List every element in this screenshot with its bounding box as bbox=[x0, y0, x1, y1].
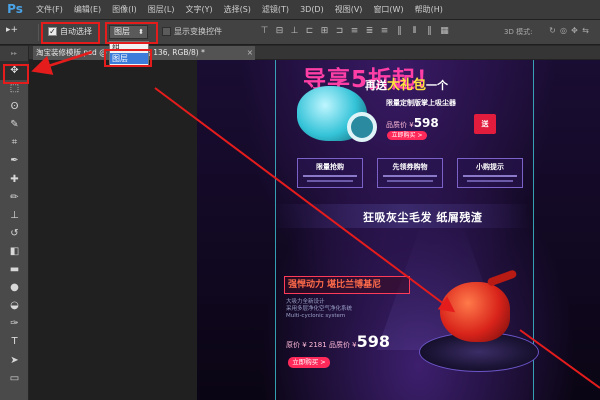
menu-window[interactable]: 窗口(W) bbox=[373, 4, 403, 15]
product1-price: 品质价 ¥598 bbox=[386, 116, 439, 130]
distribute-bottom-icon[interactable]: ≡ bbox=[379, 26, 390, 37]
desc-line: 采用多层净化空气净化系统 bbox=[286, 306, 353, 312]
gift-box-icon: 送 bbox=[474, 114, 496, 134]
desc-line: 大吸力全新设计 bbox=[286, 299, 325, 305]
eraser-tool-icon[interactable]: ◧ bbox=[0, 243, 29, 261]
align-bottom-icon[interactable]: ⊥ bbox=[289, 26, 300, 37]
dodge-tool-icon[interactable]: ◒ bbox=[0, 297, 29, 315]
feature-text-line bbox=[303, 175, 357, 177]
quick-select-tool-icon[interactable]: ✎ bbox=[0, 116, 29, 134]
feature-title: 小购提示 bbox=[476, 163, 504, 171]
3d-roll-icon[interactable]: ◎ bbox=[559, 26, 568, 37]
subline-emphasis: 大礼包 bbox=[387, 78, 427, 93]
distribute-hcenter-icon[interactable]: ⦀ bbox=[409, 26, 420, 37]
desc-line: Multi-cyclonic system bbox=[286, 313, 346, 319]
photoshop-logo-icon: Ps bbox=[7, 2, 23, 16]
align-left-icon[interactable]: ⊏ bbox=[304, 26, 315, 37]
artwork-subline: 再送大礼包一个 bbox=[365, 74, 448, 93]
feature-text-line bbox=[387, 180, 433, 182]
feature-text-line bbox=[307, 180, 353, 182]
product2-price: 原价 ¥ 2181 品质价 ¥598 bbox=[286, 332, 390, 351]
document-canvas[interactable]: 导享5折起！ 再送大礼包一个 限量定制版掌上吸尘器 品质价 ¥598 立即购买 … bbox=[197, 60, 600, 400]
tools-panel-grip[interactable]: ▸▸ bbox=[0, 46, 28, 62]
eyedropper-tool-icon[interactable]: ✒ bbox=[0, 152, 29, 170]
feature-text-line bbox=[383, 175, 437, 177]
feature-title: 先领券购物 bbox=[392, 163, 428, 171]
subline-suffix: 一个 bbox=[426, 79, 449, 92]
3d-slide-icon[interactable]: ⇆ bbox=[581, 26, 590, 37]
3d-rotate-icon[interactable]: ↻ bbox=[548, 26, 557, 37]
feature-card: 限量抢购 bbox=[297, 158, 363, 188]
menu-type[interactable]: 文字(Y) bbox=[185, 4, 212, 15]
canvas-workspace[interactable]: 导享5折起！ 再送大礼包一个 限量定制版掌上吸尘器 品质价 ¥598 立即购买 … bbox=[29, 60, 600, 400]
show-transform-control[interactable]: 显示变换控件 bbox=[162, 26, 222, 37]
menu-3d[interactable]: 3D(D) bbox=[300, 5, 324, 14]
menu-filter[interactable]: 滤镜(T) bbox=[262, 4, 289, 15]
type-tool-icon[interactable]: T bbox=[0, 333, 29, 351]
product1-buy-button: 立即购买 > bbox=[387, 131, 427, 140]
tools-panel: ▸▸ ✥ ⬚ ʘ ✎ ⌗ ✒ ✚ ✏ ⊥ ↺ ◧ ▬ ● ◒ ✑ T ➤ ▭ bbox=[0, 46, 29, 400]
show-transform-label: 显示变换控件 bbox=[174, 27, 222, 36]
shape-tool-icon[interactable]: ▭ bbox=[0, 370, 29, 388]
path-select-tool-icon[interactable]: ➤ bbox=[0, 352, 29, 370]
history-brush-tool-icon[interactable]: ↺ bbox=[0, 225, 29, 243]
gradient-tool-icon[interactable]: ▬ bbox=[0, 261, 29, 279]
3d-mode-label: 3D 模式: bbox=[504, 28, 533, 36]
show-transform-checkbox[interactable] bbox=[162, 27, 171, 36]
move-tool-preset-icon[interactable]: ▸+ bbox=[6, 25, 32, 40]
feature-card: 先领券购物 bbox=[377, 158, 443, 188]
distribute-top-icon[interactable]: ≡ bbox=[349, 26, 360, 37]
align-hcenter-icon[interactable]: ⊞ bbox=[319, 26, 330, 37]
product2-price-label: 原价 ¥ 2181 品质价 ¥ bbox=[286, 341, 357, 349]
auto-align-icon[interactable]: ▦ bbox=[439, 26, 450, 37]
product2-buy-button: 立即购买 > bbox=[288, 357, 330, 368]
blue-vacuum-wheel bbox=[347, 112, 377, 142]
menu-bar: Ps 文件(F) 编辑(E) 图像(I) 图层(L) 文字(Y) 选择(S) 滤… bbox=[0, 0, 600, 20]
options-separator bbox=[38, 24, 39, 41]
3d-mode-tools: ↻ ◎ ✥ ⇆ bbox=[548, 26, 592, 37]
highlight-auto-select bbox=[41, 22, 100, 44]
feature-title: 限量抢购 bbox=[316, 163, 344, 171]
product1-price-value: 598 bbox=[413, 116, 439, 130]
menu-help[interactable]: 帮助(H) bbox=[415, 4, 443, 15]
menu-select[interactable]: 选择(S) bbox=[224, 4, 251, 15]
3d-drag-icon[interactable]: ✥ bbox=[570, 26, 579, 37]
distribute-right-icon[interactable]: ‖ bbox=[424, 26, 435, 37]
healing-brush-tool-icon[interactable]: ✚ bbox=[0, 171, 29, 189]
crop-tool-icon[interactable]: ⌗ bbox=[0, 134, 29, 152]
product2-price-value: 598 bbox=[356, 332, 391, 351]
blur-tool-icon[interactable]: ● bbox=[0, 279, 29, 297]
close-icon[interactable]: × bbox=[247, 46, 253, 60]
align-right-icon[interactable]: ⊐ bbox=[334, 26, 345, 37]
product1-title: 限量定制版掌上吸尘器 bbox=[386, 99, 456, 107]
highlight-move-tool bbox=[3, 64, 29, 84]
pen-tool-icon[interactable]: ✑ bbox=[0, 315, 29, 333]
menu-edit[interactable]: 编辑(E) bbox=[74, 4, 101, 15]
distribute-left-icon[interactable]: ‖ bbox=[394, 26, 405, 37]
menu-image[interactable]: 图像(I) bbox=[112, 4, 137, 15]
feature-text-line bbox=[467, 180, 513, 182]
subline-prefix: 再送 bbox=[365, 79, 387, 92]
product1-price-label: 品质价 ¥ bbox=[386, 121, 414, 129]
feature-card: 小购提示 bbox=[457, 158, 523, 188]
menu-file[interactable]: 文件(F) bbox=[36, 4, 63, 15]
menu-view[interactable]: 视图(V) bbox=[335, 4, 363, 15]
align-vcenter-icon[interactable]: ⊟ bbox=[274, 26, 285, 37]
clone-stamp-tool-icon[interactable]: ⊥ bbox=[0, 207, 29, 225]
highlight-layer-option bbox=[104, 49, 152, 67]
brush-tool-icon[interactable]: ✏ bbox=[0, 189, 29, 207]
product2-description: 大吸力全新设计 采用多层净化空气净化系统 Multi-cyclonic syst… bbox=[286, 299, 352, 320]
highlight-target-select bbox=[105, 22, 158, 44]
align-toolbar: ⊤ ⊟ ⊥ ⊏ ⊞ ⊐ ≡ ≣ ≡ ‖ ⦀ ‖ ▦ bbox=[259, 26, 454, 37]
distribute-vcenter-icon[interactable]: ≣ bbox=[364, 26, 375, 37]
lasso-tool-icon[interactable]: ʘ bbox=[0, 98, 29, 116]
red-vacuum-image bbox=[440, 282, 510, 342]
power-title: 强悍动力 堪比兰博基尼 bbox=[284, 276, 410, 294]
guide-line[interactable] bbox=[275, 60, 276, 400]
menu-layer[interactable]: 图层(L) bbox=[148, 4, 175, 15]
feature-text-line bbox=[463, 175, 517, 177]
align-top-icon[interactable]: ⊤ bbox=[259, 26, 270, 37]
